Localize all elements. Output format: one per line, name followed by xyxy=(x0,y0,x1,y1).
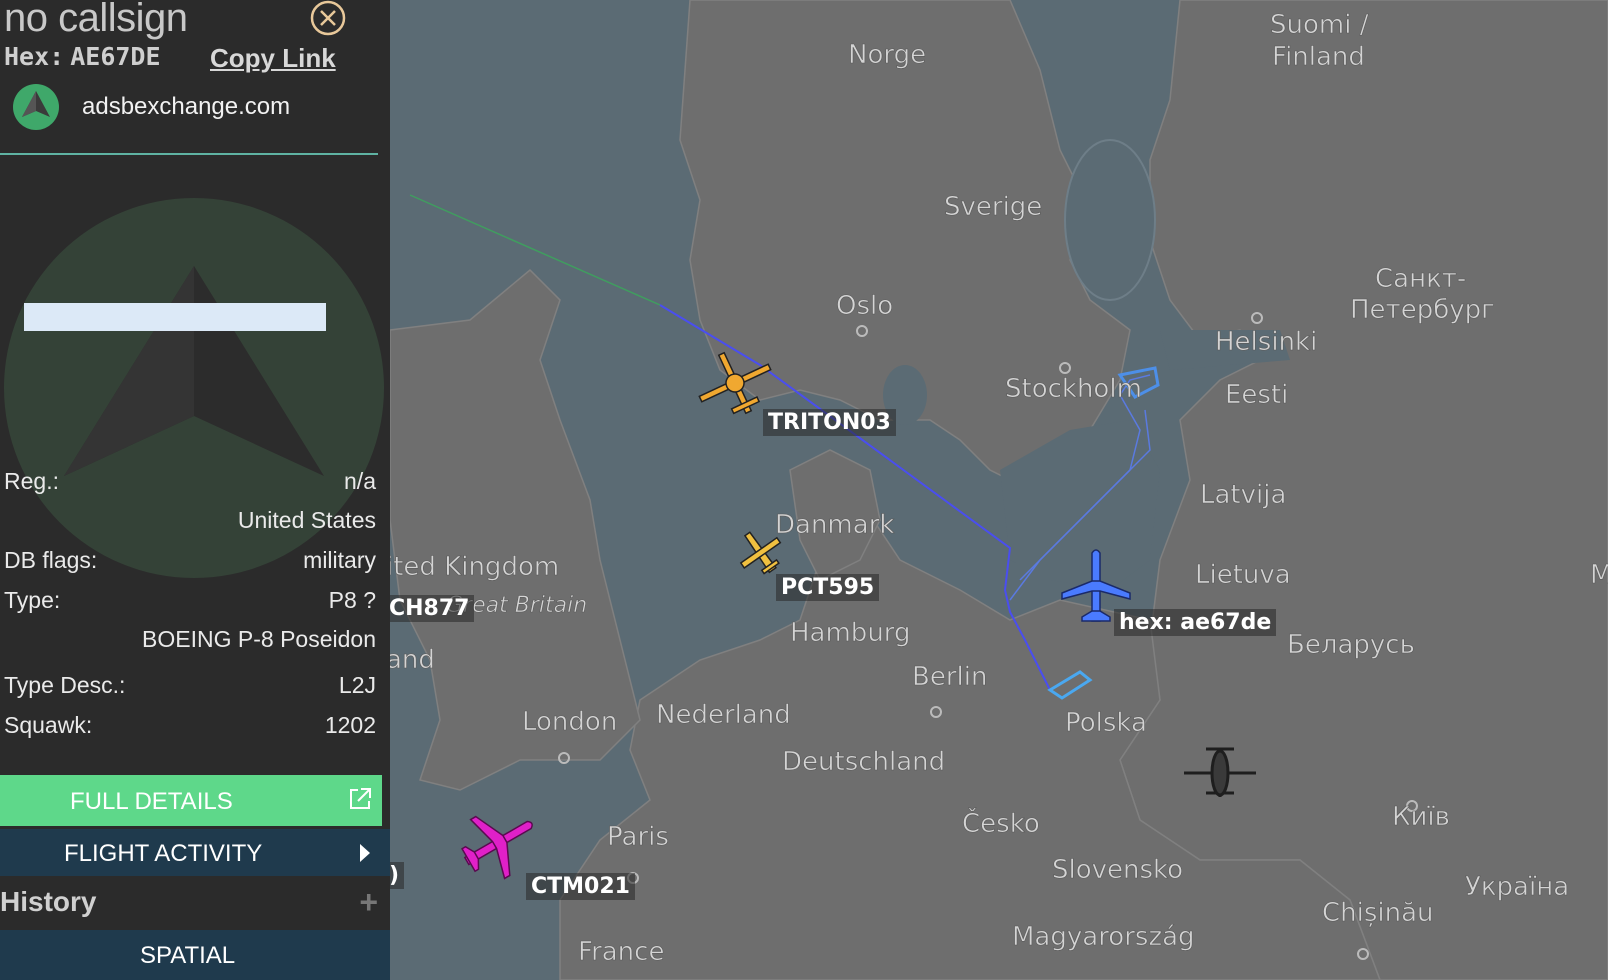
reg-label: Reg.: xyxy=(4,468,59,494)
squawk-value: 1202 xyxy=(324,712,376,738)
label-oslo: Oslo xyxy=(836,291,893,321)
divider xyxy=(0,153,378,155)
label-m: M xyxy=(1590,560,1608,590)
label-uk: ited Kingdom xyxy=(386,552,559,582)
typedesc-label: Type Desc.: xyxy=(4,672,126,698)
label-deutschland: Deutschland xyxy=(782,747,945,777)
history-section[interactable]: History + xyxy=(0,878,390,928)
label-belarus: Беларусь xyxy=(1287,630,1415,660)
aircraft-label-triton[interactable]: TRITON03 xyxy=(763,409,896,436)
dbflags-label: DB flags: xyxy=(4,547,98,573)
photo-credit-bar xyxy=(24,303,326,331)
land-east xyxy=(1119,0,1608,980)
hex-label: Hex: xyxy=(4,42,65,71)
external-link-icon xyxy=(350,788,371,809)
label-slovensko: Slovensko xyxy=(1052,855,1183,885)
aircraft-label-ch[interactable]: CH877 xyxy=(384,595,475,622)
chevron-right-icon xyxy=(360,844,370,862)
label-magyar: Magyarország xyxy=(1012,922,1195,952)
aircraft-label-pct[interactable]: PCT595 xyxy=(776,574,880,601)
typedesc-value: L2J xyxy=(338,672,376,698)
full-details-button[interactable]: FULL DETAILS xyxy=(0,775,382,826)
label-cesko: Česko xyxy=(962,807,1040,839)
label-sverige: Sverige xyxy=(944,192,1042,222)
label-stockholm: Stockholm xyxy=(1005,374,1142,404)
expand-plus-icon[interactable]: + xyxy=(359,884,378,921)
label-london: London xyxy=(522,707,617,737)
dbflags-value: military xyxy=(303,547,376,573)
gulf-bothnia xyxy=(1064,139,1156,301)
label-france: France xyxy=(578,937,664,967)
full-details-label: FULL DETAILS xyxy=(70,788,233,815)
spatial-button[interactable]: SPATIAL xyxy=(0,930,390,980)
flight-activity-label: FLIGHT ACTIVITY xyxy=(64,840,263,867)
label-suomi-1: Suomi / xyxy=(1270,10,1369,40)
label-lietuva: Lietuva xyxy=(1195,560,1291,590)
type-value: P8 ? xyxy=(328,587,376,613)
site-row[interactable]: adsbexchange.com xyxy=(12,83,290,131)
label-chisinau: Chișinău xyxy=(1322,898,1434,928)
label-eesti: Eesti xyxy=(1225,380,1288,410)
label-spb-1: Санкт- xyxy=(1375,264,1466,294)
label-ukraina: Україна xyxy=(1465,872,1569,902)
label-danmark: Danmark xyxy=(775,510,894,540)
label-berlin: Berlin xyxy=(912,662,987,692)
label-kyiv: Київ xyxy=(1392,802,1450,832)
label-norge: Norge xyxy=(848,40,926,70)
flight-activity-button[interactable]: FLIGHT ACTIVITY xyxy=(0,829,390,876)
country-value: United States xyxy=(237,507,376,533)
label-helsinki: Helsinki xyxy=(1215,327,1317,357)
label-hamburg: Hamburg xyxy=(790,618,911,648)
label-polska: Polska xyxy=(1065,708,1147,738)
squawk-label: Squawk: xyxy=(4,712,93,738)
label-latvija: Latvija xyxy=(1200,480,1286,510)
spatial-label: SPATIAL xyxy=(140,942,236,969)
label-land: and xyxy=(386,645,435,675)
history-label: History xyxy=(0,886,97,917)
adsbexchange-logo-icon xyxy=(13,84,59,130)
hex-row: Hex: AE67DE xyxy=(4,42,161,71)
hex-value: AE67DE xyxy=(70,42,161,71)
label-spb-2: Петербург xyxy=(1350,295,1495,325)
close-icon[interactable] xyxy=(310,0,346,36)
aircraft-info-panel: no callsign Hex: AE67DE Copy Link adsbexc… xyxy=(0,0,390,980)
label-nederland: Nederland xyxy=(656,700,791,730)
callsign-title: no callsign xyxy=(4,0,188,40)
label-paris: Paris xyxy=(607,822,669,852)
type-label: Type: xyxy=(4,587,61,613)
copy-link[interactable]: Copy Link xyxy=(210,43,336,74)
label-suomi-2: Finland xyxy=(1272,42,1365,72)
aircraft-label-ctm[interactable]: CTM021 xyxy=(526,873,635,900)
reg-value: n/a xyxy=(344,468,376,494)
type-name-value: BOEING P-8 Poseidon xyxy=(142,626,376,652)
aircraft-label-selected[interactable]: hex: ae67de xyxy=(1114,609,1277,636)
site-name: adsbexchange.com xyxy=(82,93,291,120)
